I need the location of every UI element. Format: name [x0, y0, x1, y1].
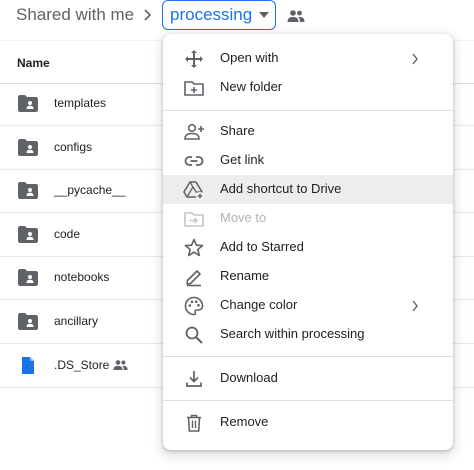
- menu-item-get-link[interactable]: Get link: [163, 146, 453, 175]
- menu-label: Open with: [220, 50, 279, 65]
- menu-label: Share: [220, 123, 255, 138]
- menu-item-new-folder[interactable]: New folder: [163, 73, 453, 102]
- file-name: __pycache__: [54, 183, 126, 198]
- link-icon: [184, 156, 204, 166]
- menu-item-rename[interactable]: Rename: [163, 262, 453, 291]
- menu-label: Get link: [220, 152, 265, 167]
- menu-label: Change color: [220, 297, 298, 312]
- menu-item-download[interactable]: Download: [163, 364, 453, 393]
- menu-item-share[interactable]: Share: [163, 117, 453, 146]
- menu-item-add-to-starred[interactable]: Add to Starred: [163, 233, 453, 262]
- shared-folder-icon: [18, 313, 38, 330]
- file-name: templates: [54, 96, 107, 110]
- menu-label: Rename: [220, 268, 270, 283]
- menu-label: New folder: [220, 79, 283, 94]
- menu-item-open-with[interactable]: Open with: [163, 44, 453, 73]
- move-arrows-icon: [185, 50, 203, 68]
- shared-folder-icon: [18, 138, 38, 156]
- breadcrumb-processing-dropdown[interactable]: processing: [162, 0, 276, 30]
- menu-divider: [163, 110, 453, 111]
- file-icon: [22, 356, 34, 374]
- add-to-drive-icon: [183, 181, 204, 200]
- menu-item-move-to: Move to: [163, 204, 453, 233]
- person-add-icon: [184, 123, 204, 140]
- menu-label: Remove: [220, 414, 269, 429]
- star-icon: [184, 238, 204, 257]
- caret-down-icon: [259, 12, 269, 18]
- menu-item-remove[interactable]: Remove: [163, 408, 453, 437]
- menu-label: Move to: [220, 210, 267, 225]
- search-icon: [185, 326, 203, 344]
- shared-people-icon: [113, 359, 128, 370]
- move-to-icon: [184, 212, 204, 227]
- menu-divider: [163, 400, 453, 401]
- menu-item-add-shortcut[interactable]: Add shortcut to Drive: [163, 175, 453, 204]
- file-name: .DS_Store: [54, 357, 110, 372]
- file-name: ancillary: [54, 314, 99, 328]
- menu-label: Add to Starred: [220, 239, 304, 254]
- menu-label: Search within processing: [220, 326, 365, 341]
- menu-divider: [163, 356, 453, 357]
- new-folder-icon: [184, 81, 204, 96]
- file-name: configs: [54, 139, 93, 154]
- breadcrumb: Shared with me processing: [0, 0, 474, 34]
- chevron-right-icon: [412, 53, 418, 65]
- shared-people-icon: [287, 10, 305, 22]
- breadcrumb-shared-with-me[interactable]: Shared with me: [16, 4, 134, 26]
- shared-folder-icon: [18, 182, 38, 200]
- file-name: notebooks: [54, 270, 110, 285]
- file-name: code: [54, 226, 81, 241]
- menu-item-search-within[interactable]: Search within processing: [163, 320, 453, 349]
- download-icon: [186, 371, 202, 387]
- menu-label: Download: [220, 370, 278, 385]
- shared-folder-icon: [18, 269, 38, 287]
- context-menu: Open with New folder Share Get link Add …: [163, 34, 453, 450]
- name-column-header[interactable]: Name: [17, 56, 50, 70]
- menu-item-change-color[interactable]: Change color: [163, 291, 453, 320]
- chevron-right-icon: [144, 9, 152, 21]
- palette-icon: [184, 296, 204, 316]
- chevron-right-icon: [412, 300, 418, 312]
- shared-folder-icon: [18, 95, 38, 112]
- pencil-icon: [186, 270, 201, 287]
- menu-label: Add shortcut to Drive: [220, 181, 342, 196]
- shared-folder-icon: [18, 225, 38, 243]
- breadcrumb-current-label: processing: [170, 5, 253, 24]
- trash-icon: [187, 414, 201, 432]
